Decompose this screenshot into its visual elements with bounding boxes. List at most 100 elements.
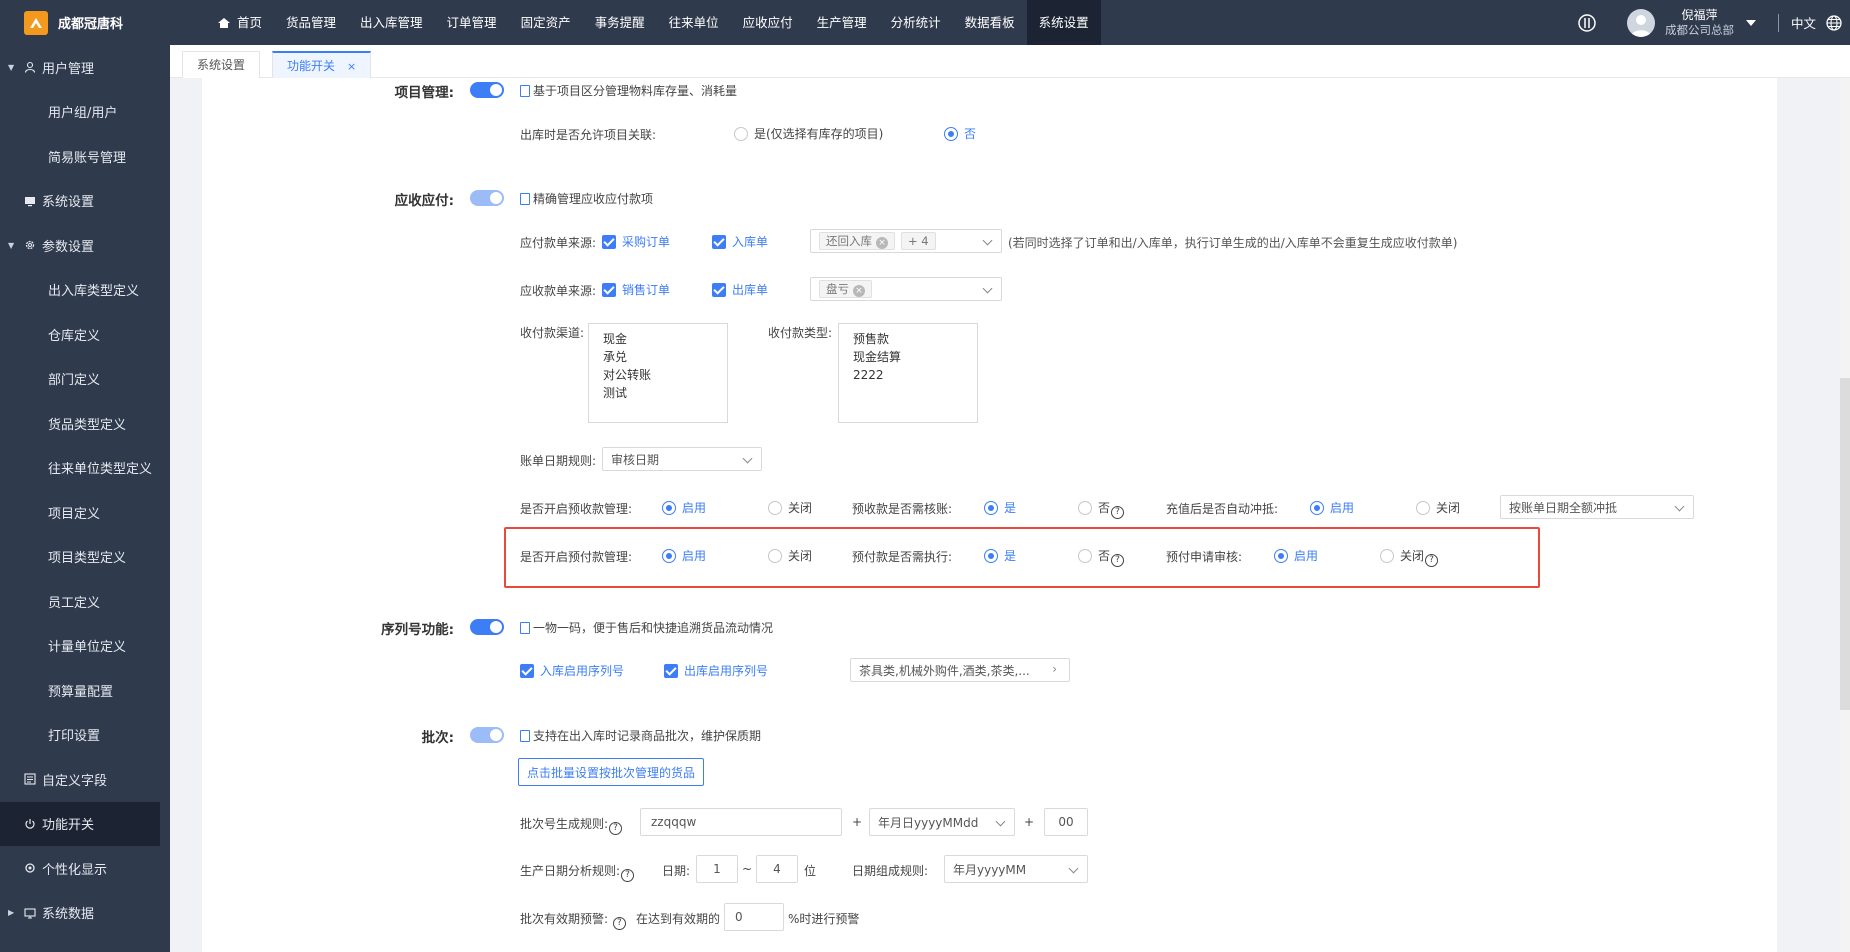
brand-logo[interactable]: 成都冠唐科 [0,0,170,45]
expiry-input[interactable]: 0 [724,903,784,931]
close-icon[interactable]: × [853,285,865,297]
prepay-audit-disable[interactable]: 关闭? [1380,547,1439,567]
pay-cb-inbound[interactable]: 入库单 [712,233,768,250]
dashboard-icon[interactable] [1577,13,1597,33]
radio[interactable] [734,127,748,141]
list-item[interactable]: 现金结算 [853,348,963,366]
rec-cb-sales[interactable]: 销售订单 [602,281,670,298]
sidebar-item-units[interactable]: 计量单位定义 [0,624,160,669]
sidebar-item-budget[interactable]: 预算量配置 [0,668,160,713]
list-item[interactable]: 2222 [853,366,963,384]
radio-selected[interactable] [984,549,998,563]
checkbox-checked[interactable] [712,235,726,249]
list-item[interactable]: 预售款 [853,330,963,348]
help-icon[interactable]: ? [1425,554,1439,567]
close-icon[interactable]: × [347,60,356,73]
sidebar-item-inout-types[interactable]: 出入库类型定义 [0,268,160,313]
help-icon[interactable]: ? [621,869,635,882]
date-to-input[interactable]: 4 [756,855,798,883]
close-icon[interactable]: × [876,237,888,249]
nav-inout[interactable]: 出入库管理 [348,0,435,45]
list-item[interactable]: 现金 [603,330,713,348]
nav-analytics[interactable]: 分析统计 [879,0,953,45]
sidebar-item-print[interactable]: 打印设置 [0,713,160,758]
sidebar-item-partner-types[interactable]: 往来单位类型定义 [0,446,160,491]
radio-selected[interactable] [1310,501,1324,515]
project-opt-yes[interactable]: 是(仅选择有库存的项目) [734,125,883,142]
prerec-disable[interactable]: 关闭 [768,499,812,516]
rec-cb-outbound[interactable]: 出库单 [712,281,768,298]
radio-selected[interactable] [944,127,958,141]
sidebar-item-user-groups[interactable]: 用户组/用户 [0,90,160,135]
sidebar-item-simple-accounts[interactable]: 简易账号管理 [0,134,160,179]
sidebar-item-employee[interactable]: 员工定义 [0,579,160,624]
radio-selected[interactable] [984,501,998,515]
project-switch[interactable] [470,82,504,98]
radio-selected[interactable] [1274,549,1288,563]
sidebar-item-user-mgmt[interactable]: ▼ 用户管理 [0,45,160,90]
radio-selected[interactable] [662,501,676,515]
batch-suffix-input[interactable]: 00 [1044,808,1088,836]
batch-setup-button[interactable]: 点击批量设置按批次管理的货品 [518,758,705,786]
sidebar-item-param-settings[interactable]: ▼ 参数设置 [0,223,160,268]
nav-orders[interactable]: 订单管理 [435,0,509,45]
pay-src-select[interactable]: 还回入库 × + 4 [810,229,1002,253]
type-list[interactable]: 预售款 现金结算 2222 [838,323,978,423]
channel-list[interactable]: 现金 承兑 对公转账 测试 [588,323,728,423]
help-icon[interactable]: ? [612,917,626,930]
date-from-input[interactable]: 1 [696,855,738,883]
help-icon[interactable]: ? [609,822,623,835]
sidebar-item-custom-fields[interactable]: 自定义字段 [0,757,160,802]
checkbox-checked[interactable] [602,283,616,297]
help-icon[interactable]: ? [1111,554,1125,567]
checkbox-checked[interactable] [520,664,534,678]
recharge-select[interactable]: 按账单日期全额冲抵 [1500,495,1694,519]
prepay-enable[interactable]: 启用 [662,547,706,564]
sidebar-item-system-data[interactable]: ▶ 系统数据 [0,891,160,936]
prepay-audit-enable[interactable]: 启用 [1274,547,1318,564]
date-rule-select[interactable]: 审核日期 [602,447,762,471]
serial-switch[interactable] [470,619,504,635]
radio[interactable] [1078,501,1092,515]
scrollbar-thumb[interactable] [1840,378,1850,710]
rec-src-select[interactable]: 盘亏 × [810,277,1002,301]
recharge-disable[interactable]: 关闭 [1416,499,1460,516]
language-switch[interactable]: 中文 [1791,13,1816,32]
nav-assets[interactable]: 固定资产 [509,0,583,45]
tab-feature-switch[interactable]: 功能开关 × [272,51,372,78]
checkbox-checked[interactable] [712,283,726,297]
nav-goods[interactable]: 货品管理 [274,0,348,45]
prepay-exec-no[interactable]: 否? [1078,547,1125,567]
globe-icon[interactable] [1826,14,1842,31]
batch-date-format-select[interactable]: 年月日yyyyMMdd [869,808,1015,836]
serial-category-select[interactable]: 茶具类,机械外购件,酒类,茶类,... › [850,658,1070,682]
list-item[interactable]: 测试 [603,384,713,402]
nav-ar-ap[interactable]: 应收应付 [731,0,805,45]
sidebar-item-warehouse[interactable]: 仓库定义 [0,312,160,357]
radio[interactable] [768,501,782,515]
sidebar-item-department[interactable]: 部门定义 [0,357,160,402]
prepay-exec-yes[interactable]: 是 [984,547,1016,564]
batch-prefix-input[interactable]: zzqqqw [640,808,842,836]
help-icon[interactable]: ? [1111,506,1125,519]
prerec-audit-no[interactable]: 否? [1078,499,1125,519]
radio[interactable] [768,549,782,563]
compose-select[interactable]: 年月yyyyMM [944,855,1088,883]
sidebar-item-project-types[interactable]: 项目类型定义 [0,535,160,580]
nav-partners[interactable]: 往来单位 [657,0,731,45]
avatar[interactable] [1626,8,1655,37]
tab-system-settings[interactable]: 系统设置 [182,51,261,78]
user-info[interactable]: 倪福萍 成都公司总部 [1665,8,1734,38]
pay-cb-purchase[interactable]: 采购订单 [602,233,670,250]
recharge-enable[interactable]: 启用 [1310,499,1354,516]
serial-cb-in[interactable]: 入库启用序列号 [520,662,624,679]
prerec-audit-yes[interactable]: 是 [984,499,1016,516]
radio[interactable] [1078,549,1092,563]
list-item[interactable]: 承兑 [603,348,713,366]
caret-down-icon[interactable] [1745,19,1756,27]
ar-switch[interactable] [470,190,504,206]
radio[interactable] [1380,549,1394,563]
sidebar-item-goods-types[interactable]: 货品类型定义 [0,401,160,446]
list-item[interactable]: 对公转账 [603,366,713,384]
batch-switch[interactable] [470,727,504,743]
